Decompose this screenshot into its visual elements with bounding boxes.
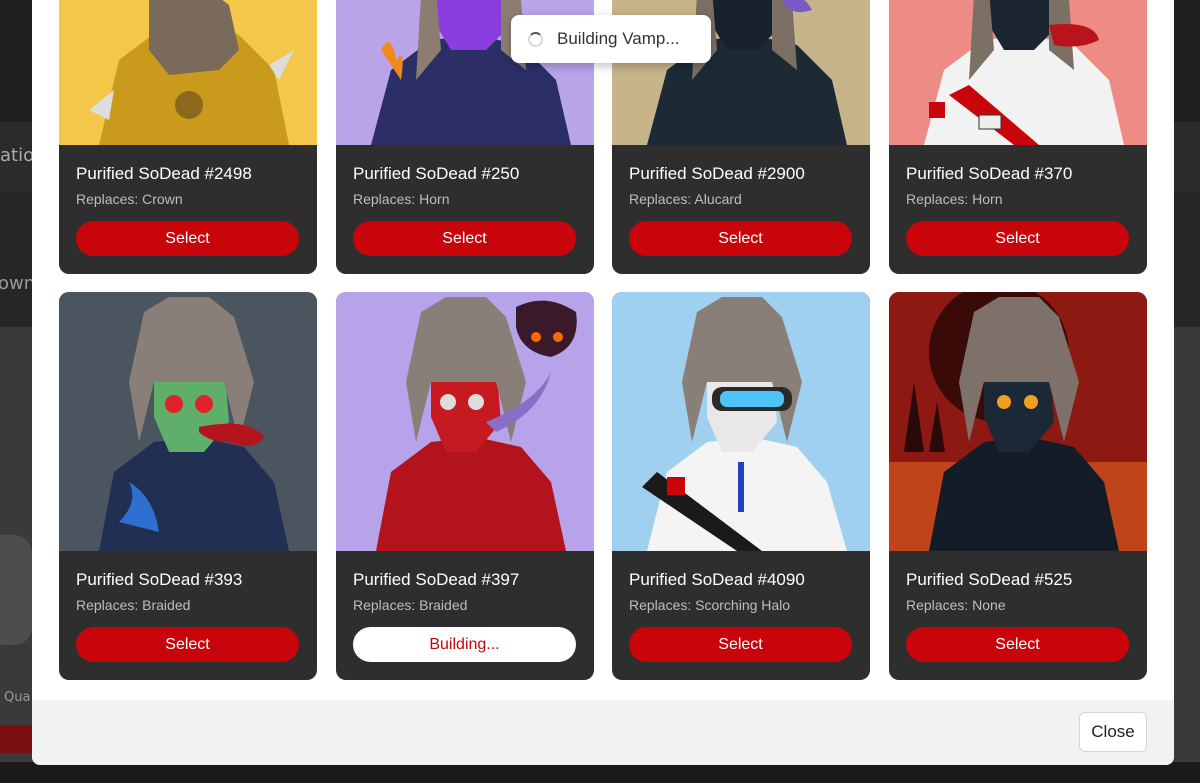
nft-image — [336, 292, 594, 551]
background-side-text: own — [0, 273, 36, 294]
card-title: Purified SoDead #2900 — [629, 164, 805, 183]
background-nav-text: atio — [0, 145, 35, 166]
card-title: Purified SoDead #2498 — [76, 164, 252, 183]
card-title: Purified SoDead #393 — [76, 570, 243, 589]
nft-image — [889, 0, 1147, 145]
select-button[interactable]: Select — [906, 221, 1129, 256]
spinner-icon — [528, 31, 543, 47]
building-button[interactable]: Building... — [353, 627, 576, 662]
select-button[interactable]: Select — [906, 627, 1129, 662]
select-button[interactable]: Select — [629, 221, 852, 256]
select-button[interactable]: Select — [76, 221, 299, 256]
nft-image — [889, 292, 1147, 551]
select-button[interactable]: Select — [629, 627, 852, 662]
card-title: Purified SoDead #370 — [906, 164, 1073, 183]
card-replaces: Replaces: Braided — [353, 597, 468, 613]
select-button[interactable]: Select — [353, 221, 576, 256]
card-title: Purified SoDead #4090 — [629, 570, 805, 589]
card-replaces: Replaces: None — [906, 597, 1006, 613]
nft-card: Purified SoDead #4090 Replaces: Scorchin… — [612, 292, 870, 680]
building-toast: Building Vamp... — [511, 15, 711, 63]
card-replaces: Replaces: Horn — [906, 191, 1003, 207]
nft-select-modal: Purified SoDead #2498 Replaces: Crown Se… — [32, 0, 1174, 765]
nft-card: Purified SoDead #525 Replaces: None Sele… — [889, 292, 1147, 680]
nft-card: Purified SoDead #393 Replaces: Braided S… — [59, 292, 317, 680]
card-replaces: Replaces: Alucard — [629, 191, 742, 207]
card-title: Purified SoDead #250 — [353, 164, 520, 183]
nft-card: Purified SoDead #370 Replaces: Horn Sele… — [889, 0, 1147, 274]
nft-card: Purified SoDead #2498 Replaces: Crown Se… — [59, 0, 317, 274]
nft-image — [612, 292, 870, 551]
modal-footer: Close — [32, 700, 1174, 765]
card-replaces: Replaces: Braided — [76, 597, 191, 613]
card-replaces: Replaces: Scorching Halo — [629, 597, 791, 613]
card-title: Purified SoDead #397 — [353, 570, 520, 589]
nft-image — [59, 0, 317, 145]
card-title: Purified SoDead #525 — [906, 570, 1073, 589]
nft-card: Purified SoDead #397 Replaces: Braided B… — [336, 292, 594, 680]
nft-image — [59, 292, 317, 551]
modal-body: Purified SoDead #2498 Replaces: Crown Se… — [32, 0, 1174, 700]
select-button[interactable]: Select — [76, 627, 299, 662]
close-button[interactable]: Close — [1079, 712, 1147, 752]
background-button — [0, 725, 32, 753]
card-replaces: Replaces: Crown — [76, 191, 183, 207]
background-avatar — [0, 535, 32, 645]
background-bottom-text: Qua — [4, 690, 31, 705]
toast-text: Building Vamp... — [557, 29, 680, 48]
card-replaces: Replaces: Horn — [353, 191, 450, 207]
